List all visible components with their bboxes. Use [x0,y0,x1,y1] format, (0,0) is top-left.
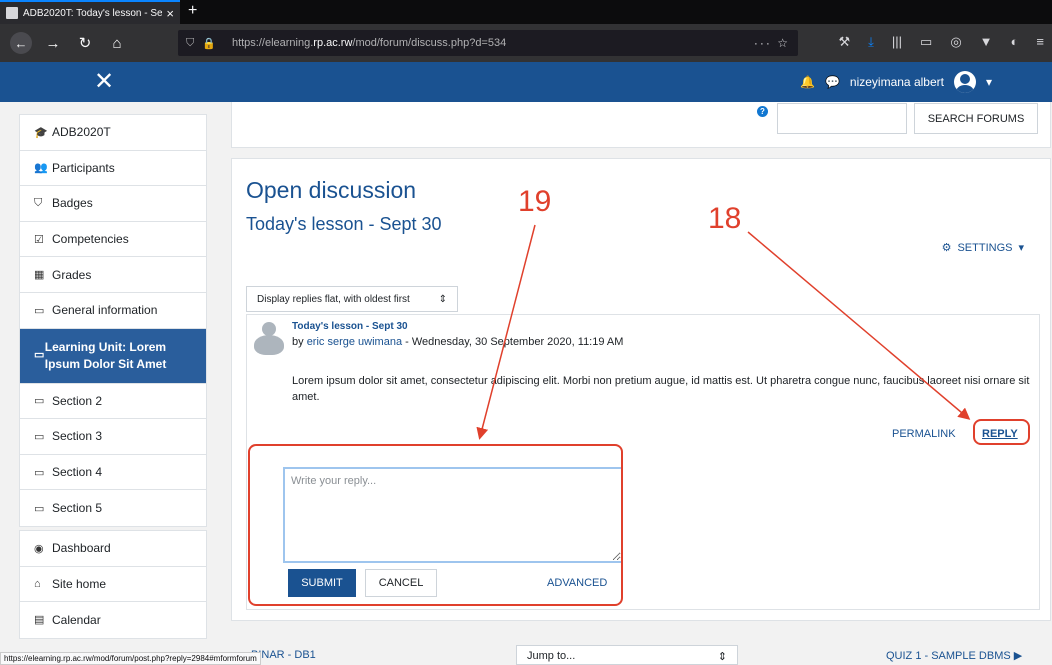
forum-search-card: ? Search forums [231,102,1051,148]
home-icon: ⌂ [34,577,41,590]
drawer-item-site-home[interactable]: ⌂ Site home [20,567,206,603]
browser-tab[interactable]: ADB2020T: Today's lesson - Se × [0,0,180,24]
menu-icon[interactable]: ≡ [1036,34,1044,50]
folder-icon: ▭ [34,395,45,408]
gear-icon: ⚙ [941,242,952,254]
author-avatar[interactable] [254,322,284,355]
sidebar-icon[interactable]: ▭ [920,34,932,50]
forward-arrow-icon[interactable]: → [42,32,64,54]
drawer-item-participants[interactable]: 👥 Participants [20,151,206,187]
users-icon: 👥 [34,162,48,175]
messages-icon[interactable]: 💬 [825,75,840,89]
site-nav-group: ◉ Dashboard ⌂ Site home ▤ Calendar [19,530,207,639]
post-subject[interactable]: Today's lesson - Sept 30 [292,321,408,332]
tab-close-icon[interactable]: × [166,6,174,21]
folder-icon: ▭ [34,502,45,515]
site-header: ✕ 🔔 💬 nizeyimana albert ▾ [0,62,1052,102]
drawer-item-section-4[interactable]: ▭ Section 4 [20,455,206,491]
dashboard-icon: ◉ [34,542,44,555]
nav-drawer: 🎓 ADB2020T 👥 Participants ⛉ Badges ☑ Compete… [0,102,220,665]
select-arrows-icon: ⇕ [438,293,447,305]
course-nav-group: 🎓 ADB2020T 👥 Participants ⛉ Badges ☑ Compete… [19,114,207,527]
close-drawer-icon[interactable]: ✕ [94,68,114,96]
checkbox-icon: ☑ [34,233,44,246]
jump-to-select[interactable]: Jump to... ⇕ [516,645,738,665]
extension-icon[interactable]: ◎ [950,34,961,50]
drawer-item-competencies[interactable]: ☑ Competencies [20,222,206,258]
tab-title: ADB2020T: Today's lesson - Se [23,7,163,19]
settings-menu[interactable]: ⚙ Settings ▾ [941,241,1024,255]
drawer-item-learning-unit[interactable]: ▭ Learning Unit: Lorem Ipsum Dolor Sit Am… [20,328,206,384]
user-menu[interactable]: 🔔 💬 nizeyimana albert ▾ [800,71,992,93]
search-forums-button[interactable]: Search forums [914,103,1038,134]
shield-icon[interactable]: ⛉ [186,37,194,50]
caret-down-icon: ▾ [1018,242,1024,254]
folder-icon: ▭ [34,430,45,443]
activity-navigation: BINAR - DB1 Jump to... ⇕ Quiz 1 - SAMPLE … [231,645,1051,665]
reload-icon[interactable]: ↻ [74,32,96,54]
discussion-title: Today's lesson - Sept 30 [246,214,442,234]
help-icon[interactable]: ? [757,106,768,117]
url-text: https://elearning.rp.ac.rw/mod/forum/dis… [231,37,507,49]
url-bar[interactable]: ⛉ 🔒 https://elearning.rp.ac.rw/mod/forum… [178,30,798,56]
library-icon[interactable]: ||| [892,34,902,50]
home-icon[interactable]: ⌂ [106,32,128,54]
annotation-number-19: 19 [518,185,552,218]
author-link[interactable]: eric serge uwimana [307,336,402,348]
post-body: Lorem ipsum dolor sit amet, consectetur … [292,375,1030,403]
page-actions-icon[interactable]: ··· ☆ [754,36,790,50]
folder-icon: ▭ [34,349,45,362]
drawer-item-section-3[interactable]: ▭ Section 3 [20,419,206,455]
tools-icon[interactable]: ⚒ [838,34,850,50]
annotation-box-reply-link [973,419,1030,445]
moodle-favicon-icon [6,7,18,19]
browser-nav-bar: ← → ↻ ⌂ ⛉ 🔒 https://elearning.rp.ac.rw/m… [0,24,1052,62]
post-byline: by eric serge uwimana - Wednesday, 30 Se… [292,336,624,348]
folder-icon: ▭ [34,304,45,317]
drawer-item-section-5[interactable]: ▭ Section 5 [20,490,206,526]
drawer-item-badges[interactable]: ⛉ Badges [20,186,206,222]
browser-toolbar: ⚒ ⤓ ||| ▭ ◎ ▼ ◐ ≡ [838,34,1044,50]
avatar[interactable] [953,71,976,93]
drawer-item-section-2[interactable]: ▭ Section 2 [20,384,206,420]
drawer-item-general-information[interactable]: ▭ General information [20,293,206,329]
notification-bell-icon[interactable]: 🔔 [800,75,815,89]
status-bar-url: https://elearning.rp.ac.rw/mod/forum/pos… [0,652,261,665]
folder-icon: ▭ [34,466,45,479]
graduation-cap-icon: 🎓 [34,126,48,139]
lock-icon[interactable]: 🔒 [202,37,216,50]
drawer-item-grades[interactable]: ▦ Grades [20,257,206,293]
drawer-item-dashboard[interactable]: ◉ Dashboard [20,531,206,567]
back-arrow-icon[interactable]: ← [10,32,32,54]
caret-down-icon[interactable]: ▾ [986,75,992,89]
display-mode-select[interactable]: Display replies flat, with oldest first … [246,286,458,312]
drawer-item-course[interactable]: 🎓 ADB2020T [20,115,206,151]
permalink-link[interactable]: Permalink [892,428,956,440]
calendar-icon: ▤ [34,614,45,627]
browser-tab-bar: ADB2020T: Today's lesson - Se × + [0,0,1052,24]
annotation-box-reply-form [248,444,623,606]
download-icon[interactable]: ⤓ [868,34,874,50]
next-activity-link[interactable]: Quiz 1 - SAMPLE DBMS ▶ [886,649,1022,662]
addon-icon[interactable]: ◐ [1011,34,1019,50]
forum-title: Open discussion [246,177,417,203]
table-icon: ▦ [34,269,45,282]
select-arrows-icon: ⇕ [717,651,727,663]
annotation-number-18: 18 [708,202,742,235]
user-name[interactable]: nizeyimana albert [850,75,944,89]
search-input[interactable] [777,103,907,134]
drawer-item-calendar[interactable]: ▤ Calendar [20,602,206,638]
vpn-icon[interactable]: ▼ [980,34,993,50]
badge-icon: ⛉ [34,196,43,209]
new-tab-button[interactable]: + [188,2,197,20]
